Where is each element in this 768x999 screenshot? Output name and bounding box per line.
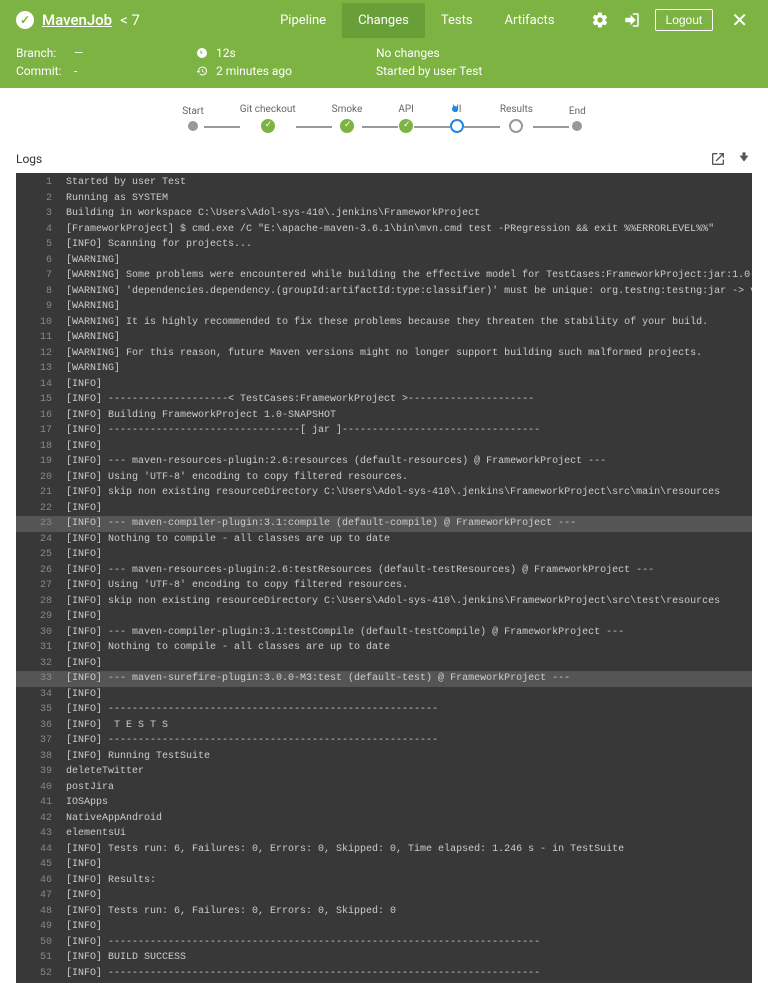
stage-end[interactable]: End (569, 106, 586, 131)
log-line: 51[INFO] BUILD SUCCESS (16, 950, 752, 966)
log-line: 20[INFO] Using 'UTF-8' encoding to copy … (16, 470, 752, 486)
log-line: 14[INFO] (16, 377, 752, 393)
log-line: 4[FrameworkProject] $ cmd.exe /C "E:\apa… (16, 222, 752, 238)
header: ✓ MavenJob < 7 PipelineChangesTestsArtif… (0, 0, 768, 88)
open-external-icon[interactable] (710, 151, 726, 167)
log-line: 32[INFO] (16, 656, 752, 672)
log-line: 36[INFO] T E S T S (16, 718, 752, 734)
log-line: 27[INFO] Using 'UTF-8' encoding to copy … (16, 578, 752, 594)
log-line: 11[WARNING] (16, 330, 752, 346)
log-line: 33[INFO] --- maven-surefire-plugin:3.0.0… (16, 671, 752, 687)
log-line: 16[INFO] Building FrameworkProject 1.0-S… (16, 408, 752, 424)
log-line: 24[INFO] Nothing to compile - all classe… (16, 532, 752, 548)
log-line: 28[INFO] skip non existing resourceDirec… (16, 594, 752, 610)
tab-changes[interactable]: Changes (342, 3, 425, 38)
log-line: 44[INFO] Tests run: 6, Failures: 0, Erro… (16, 842, 752, 858)
log-line: 41IOSApps (16, 795, 752, 811)
logs-title: Logs (16, 152, 42, 166)
changes-value: No changes (376, 46, 440, 60)
log-line: 6[WARNING] (16, 253, 752, 269)
stage-start[interactable]: Start (182, 106, 204, 131)
history-icon (196, 65, 208, 77)
log-line: 1Started by user Test (16, 175, 752, 191)
close-icon[interactable]: ✕ (727, 8, 752, 32)
log-line: 40postJira (16, 780, 752, 796)
log-line: 9[WARNING] (16, 299, 752, 315)
exit-icon[interactable] (623, 11, 641, 29)
log-line: 17[INFO] -------------------------------… (16, 423, 752, 439)
stage-ui[interactable]: UI (450, 104, 464, 133)
stage-git-checkout[interactable]: Git checkout (240, 104, 296, 133)
log-line: 35[INFO] -------------------------------… (16, 702, 752, 718)
header-meta: Branch: — Commit:- 12s 2 minutes ago No c… (0, 40, 768, 88)
pipeline-graph: Start Git checkout Smoke API UI Results End (0, 88, 768, 141)
stage-api[interactable]: API (398, 104, 414, 133)
duration-value: 12s (216, 46, 236, 60)
log-line: 29[INFO] (16, 609, 752, 625)
log-line: 43elementsUi (16, 826, 752, 842)
log-line: 22[INFO] (16, 501, 752, 517)
log-line: 52[INFO] -------------------------------… (16, 966, 752, 982)
log-line: 13[WARNING] (16, 361, 752, 377)
log-output[interactable]: 1Started by user Test2Running as SYSTEM3… (16, 173, 752, 983)
log-line: 30[INFO] --- maven-compiler-plugin:3.1:t… (16, 625, 752, 641)
logs-section: Logs 1Started by user Test2Running as SY… (0, 141, 768, 999)
download-icon[interactable] (736, 151, 752, 167)
log-line: 39deleteTwitter (16, 764, 752, 780)
branch-value: — (74, 46, 83, 60)
log-line: 3Building in workspace C:\Users\Adol-sys… (16, 206, 752, 222)
gear-icon[interactable] (591, 11, 609, 29)
commit-label: Commit: (16, 64, 66, 78)
log-line: 10[WARNING] It is highly recommended to … (16, 315, 752, 331)
tabs: PipelineChangesTestsArtifacts (264, 3, 570, 38)
log-line: 8[WARNING] 'dependencies.dependency.(gro… (16, 284, 752, 300)
log-line: 25[INFO] (16, 547, 752, 563)
commit-value: - (74, 64, 77, 78)
tab-tests[interactable]: Tests (425, 3, 489, 38)
clock-icon (196, 47, 208, 59)
header-actions: Logout ✕ (591, 8, 752, 32)
cause-value: Started by user Test (376, 64, 482, 78)
stage-results[interactable]: Results (500, 104, 533, 133)
branch-label: Branch: (16, 46, 66, 60)
log-line: 19[INFO] --- maven-resources-plugin:2.6:… (16, 454, 752, 470)
header-top: ✓ MavenJob < 7 PipelineChangesTestsArtif… (0, 0, 768, 40)
log-line: 23[INFO] --- maven-compiler-plugin:3.1:c… (16, 516, 752, 532)
header-left: ✓ MavenJob < 7 (16, 11, 264, 29)
tab-pipeline[interactable]: Pipeline (264, 3, 342, 38)
log-line: 34[INFO] (16, 687, 752, 703)
log-line: 7[WARNING] Some problems were encountere… (16, 268, 752, 284)
log-line: 2Running as SYSTEM (16, 191, 752, 207)
status-check-icon: ✓ (16, 11, 34, 29)
log-line: 38[INFO] Running TestSuite (16, 749, 752, 765)
log-line: 21[INFO] skip non existing resourceDirec… (16, 485, 752, 501)
log-line: 18[INFO] (16, 439, 752, 455)
logout-button[interactable]: Logout (655, 9, 714, 31)
job-name-link[interactable]: MavenJob (42, 11, 112, 29)
log-line: 50[INFO] -------------------------------… (16, 935, 752, 951)
log-line: 12[WARNING] For this reason, future Mave… (16, 346, 752, 362)
log-line: 5[INFO] Scanning for projects... (16, 237, 752, 253)
tab-artifacts[interactable]: Artifacts (489, 3, 571, 38)
log-line: 31[INFO] Nothing to compile - all classe… (16, 640, 752, 656)
log-line: 45[INFO] (16, 857, 752, 873)
log-line: 49[INFO] (16, 919, 752, 935)
log-line: 47[INFO] (16, 888, 752, 904)
log-line: 48[INFO] Tests run: 6, Failures: 0, Erro… (16, 904, 752, 920)
age-value: 2 minutes ago (216, 64, 292, 78)
log-line: 15[INFO] --------------------< TestCases… (16, 392, 752, 408)
log-line: 46[INFO] Results: (16, 873, 752, 889)
run-number: < 7 (120, 11, 140, 29)
log-line: 26[INFO] --- maven-resources-plugin:2.6:… (16, 563, 752, 579)
log-line: 42NativeAppAndroid (16, 811, 752, 827)
stage-smoke[interactable]: Smoke (332, 104, 363, 133)
log-line: 37[INFO] -------------------------------… (16, 733, 752, 749)
